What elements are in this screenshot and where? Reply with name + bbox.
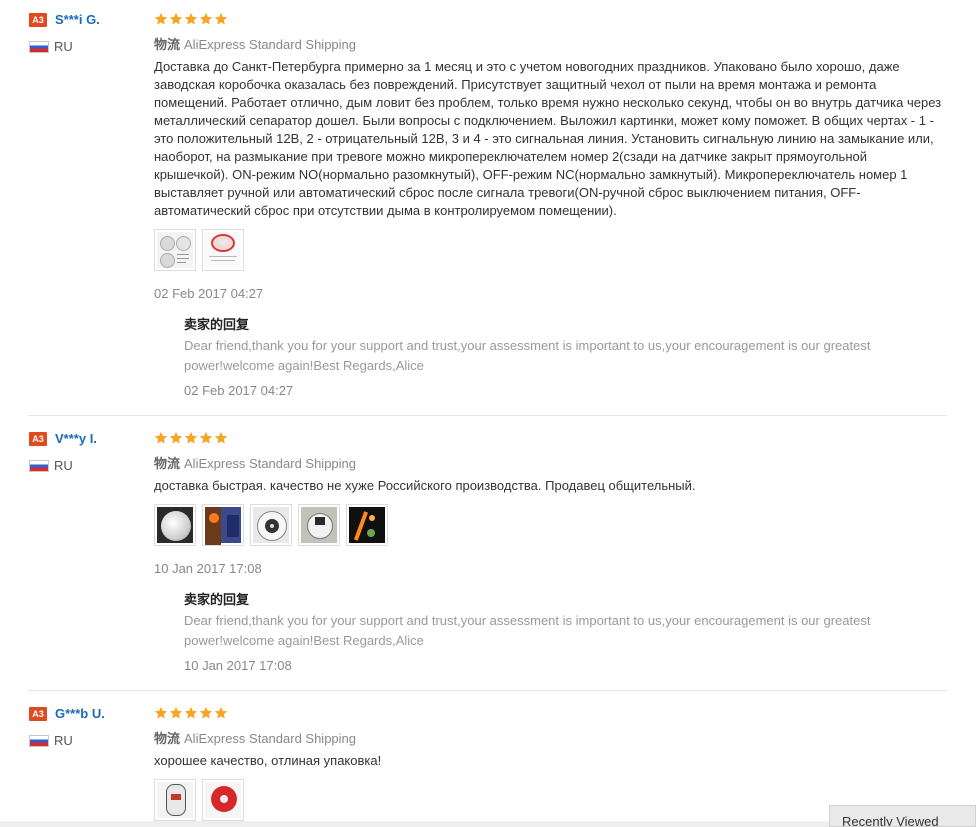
review-photo-thumbnail[interactable] <box>154 779 196 821</box>
seller-reply-title: 卖家的回复 <box>184 592 250 607</box>
review-text: хорошее качество, отлиная упаковка! <box>154 753 382 768</box>
shipping-label: 物流 <box>154 456 181 471</box>
buyer-level-badge: A3 <box>29 432 47 446</box>
buyer-country: RU <box>54 733 73 748</box>
star-icon <box>154 12 168 26</box>
review-text: доставка быстрая. качество не хуже Росси… <box>154 478 696 493</box>
russia-flag-icon <box>29 735 49 747</box>
review-text: Доставка до Санкт-Петербурга примерно за… <box>154 59 942 218</box>
seller-reply-date: 10 Jan 2017 17:08 <box>184 658 292 673</box>
review-photo-thumbnail[interactable] <box>250 504 292 546</box>
star-icon <box>184 431 198 445</box>
review-photo-thumbnail[interactable] <box>202 229 244 271</box>
review-date: 10 Jan 2017 17:08 <box>154 561 262 576</box>
star-rating <box>154 12 228 26</box>
review-photo-thumbnail[interactable] <box>154 504 196 546</box>
star-rating <box>154 706 228 720</box>
review-photo-thumbnail[interactable] <box>154 229 196 271</box>
review-photos <box>154 504 388 546</box>
star-icon <box>199 706 213 720</box>
shipping-info: 物流 AliExpress Standard Shipping <box>154 453 356 472</box>
review-photo-thumbnail[interactable] <box>202 779 244 821</box>
review-photo-thumbnail[interactable] <box>346 504 388 546</box>
horizontal-scrollbar[interactable] <box>0 821 829 827</box>
star-icon <box>169 431 183 445</box>
buyer-level-badge: A3 <box>29 13 47 27</box>
star-icon <box>154 706 168 720</box>
review-photo-thumbnail[interactable] <box>202 504 244 546</box>
shipping-method: AliExpress Standard Shipping <box>184 37 357 52</box>
star-icon <box>199 12 213 26</box>
star-icon <box>199 431 213 445</box>
buyer-country: RU <box>54 39 73 54</box>
star-icon <box>214 706 228 720</box>
shipping-method: AliExpress Standard Shipping <box>184 456 357 471</box>
shipping-label: 物流 <box>154 731 181 746</box>
review-photos <box>154 229 244 271</box>
review-photo-thumbnail[interactable] <box>298 504 340 546</box>
review-divider <box>28 690 947 691</box>
buyer-country: RU <box>54 458 73 473</box>
shipping-info: 物流 AliExpress Standard Shipping <box>154 34 356 53</box>
star-icon <box>184 706 198 720</box>
star-icon <box>169 706 183 720</box>
buyer-name-link[interactable]: G***b U. <box>55 706 105 721</box>
star-icon <box>169 12 183 26</box>
shipping-method: AliExpress Standard Shipping <box>184 731 357 746</box>
seller-reply-date: 02 Feb 2017 04:27 <box>184 383 294 398</box>
star-icon <box>154 431 168 445</box>
seller-reply-text: Dear friend,thank you for your support a… <box>184 338 871 373</box>
star-icon <box>214 431 228 445</box>
shipping-label: 物流 <box>154 37 181 52</box>
seller-reply-title: 卖家的回复 <box>184 317 250 332</box>
star-icon <box>184 12 198 26</box>
buyer-level-badge: A3 <box>29 707 47 721</box>
shipping-info: 物流 AliExpress Standard Shipping <box>154 728 356 747</box>
russia-flag-icon <box>29 460 49 472</box>
star-rating <box>154 431 228 445</box>
review-divider <box>28 415 947 416</box>
buyer-name-link[interactable]: V***y I. <box>55 431 97 446</box>
seller-reply-text: Dear friend,thank you for your support a… <box>184 613 871 648</box>
recently-viewed-tab[interactable]: Recently Viewed <box>829 805 976 827</box>
star-icon <box>214 12 228 26</box>
review-date: 02 Feb 2017 04:27 <box>154 286 264 301</box>
russia-flag-icon <box>29 41 49 53</box>
review-photos <box>154 779 244 821</box>
buyer-name-link[interactable]: S***i G. <box>55 12 100 27</box>
